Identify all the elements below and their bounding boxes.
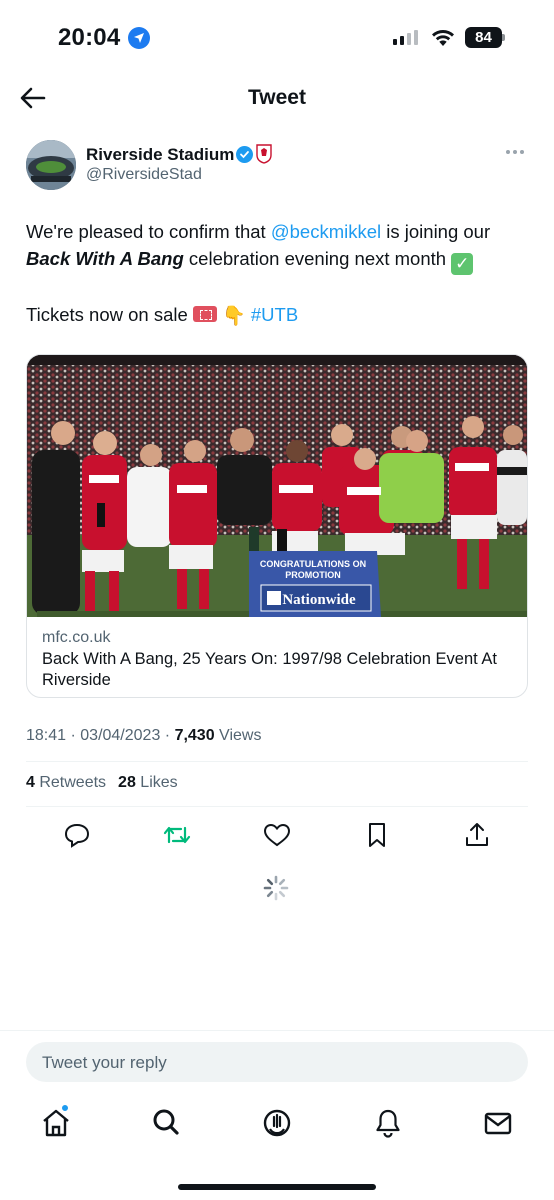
card-domain: mfc.co.uk (42, 629, 111, 646)
banner-line1: CONGRATULATIONS ON (260, 559, 366, 569)
link-preview-card[interactable]: CONGRATULATIONS ON PROMOTION Nationwide … (26, 354, 528, 698)
likes-count: 28 (118, 774, 136, 791)
like-icon[interactable] (260, 820, 294, 850)
author-handle[interactable]: @RiversideStad (86, 166, 202, 184)
banner-line2: PROMOTION (285, 570, 341, 580)
banner-brand: Nationwide (282, 592, 356, 608)
divider (26, 806, 528, 807)
tweet-meta: 18:41 · 03/04/2023 · 7,430 Views (26, 727, 262, 744)
mention-link[interactable]: @beckmikkel (271, 221, 381, 242)
event-name: Back With A Bang (26, 248, 184, 269)
tweet-text: We're pleased to confirm that @beckmikke… (26, 218, 530, 330)
share-icon[interactable] (460, 820, 494, 850)
retweet-icon[interactable] (160, 820, 194, 850)
search-icon[interactable] (150, 1107, 182, 1139)
reply-icon[interactable] (60, 820, 94, 850)
battery-tip (502, 34, 505, 41)
home-icon[interactable] (40, 1107, 72, 1139)
team-celebration-photo: CONGRATULATIONS ON PROMOTION Nationwide (27, 355, 527, 617)
tweet-date: 03/04/2023 (80, 727, 161, 744)
reply-input[interactable]: Tweet your reply (26, 1042, 528, 1082)
home-indicator (178, 1184, 376, 1190)
hashtag-link[interactable]: #UTB (251, 304, 298, 325)
notification-dot (61, 1104, 69, 1112)
loading-spinner-icon (263, 875, 289, 901)
wifi-icon (430, 27, 456, 52)
verified-badge-icon (236, 146, 253, 163)
bookmark-icon[interactable] (360, 820, 394, 850)
check-mark-emoji-icon: ✓ (451, 253, 474, 275)
location-arrow-icon (128, 27, 150, 49)
card-title: Back With A Bang, 25 Years On: 1997/98 C… (42, 650, 497, 689)
author-name[interactable]: Riverside Stadium (86, 145, 234, 165)
messages-icon[interactable] (482, 1107, 514, 1139)
pointing-down-emoji-icon: 👇 (222, 306, 246, 327)
page-title: Tweet (248, 86, 306, 109)
spaces-icon[interactable] (261, 1107, 293, 1139)
battery-indicator: 84 (465, 27, 502, 48)
promotion-banner: CONGRATULATIONS ON PROMOTION Nationwide (249, 551, 381, 617)
ticket-emoji-icon (192, 306, 217, 322)
retweets-count: 4 (26, 774, 35, 791)
cellular-signal-icon (393, 30, 418, 45)
notifications-icon[interactable] (372, 1107, 404, 1139)
tweet-time: 18:41 (26, 727, 67, 744)
engagement-stats[interactable]: 4 Retweets 28 Likes (26, 774, 178, 792)
status-time: 20:04 (58, 24, 121, 51)
more-options-icon[interactable] (506, 150, 524, 154)
views-count: 7,430 (174, 727, 215, 744)
avatar[interactable] (26, 140, 76, 190)
club-crest-icon (256, 144, 272, 164)
divider (26, 761, 528, 762)
divider (0, 1030, 554, 1031)
